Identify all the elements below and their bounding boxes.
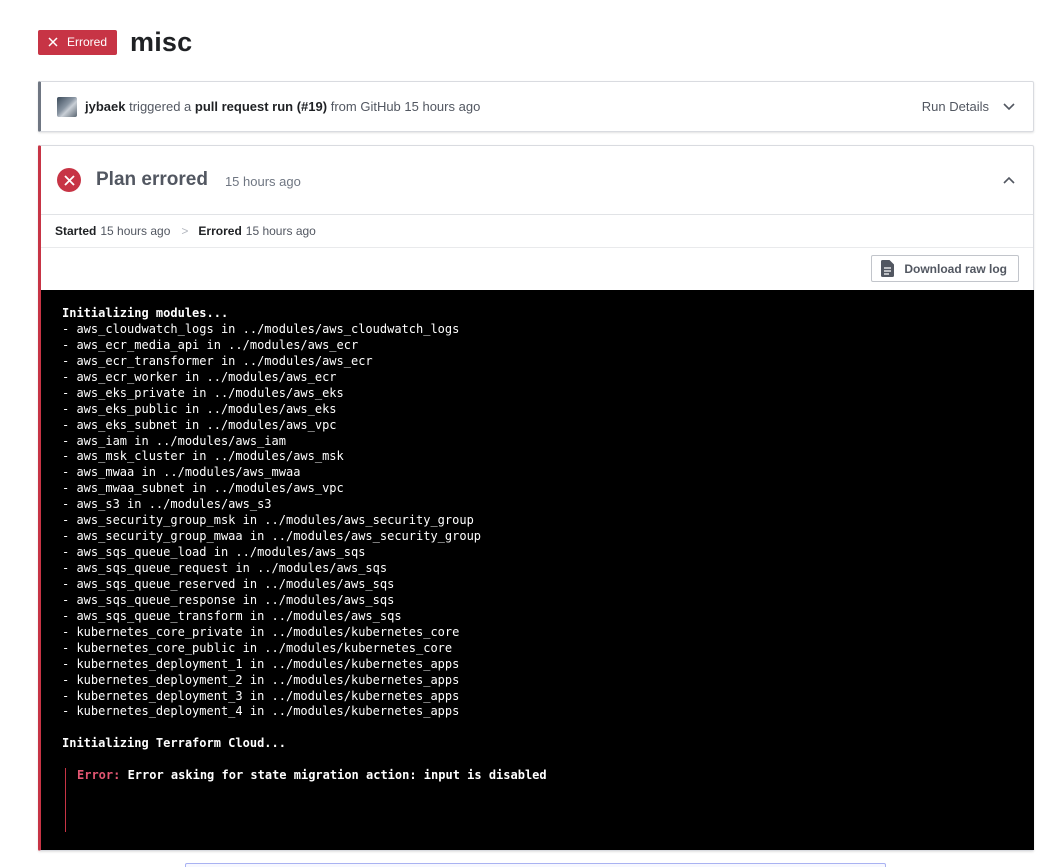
trigger-source: from GitHub 15 hours ago bbox=[330, 99, 481, 114]
plan-title: Plan errored bbox=[96, 169, 208, 190]
download-raw-log-button[interactable]: Download raw log bbox=[871, 255, 1019, 282]
log-lines: - aws_cloudwatch_logs in ../modules/aws_… bbox=[62, 322, 1034, 720]
plan-header[interactable]: Plan errored 15 hours ago bbox=[41, 146, 1033, 215]
download-raw-log-label: Download raw log bbox=[904, 261, 1007, 276]
workspace-title: misc bbox=[130, 26, 193, 57]
started-label: Started bbox=[55, 224, 97, 238]
log-line: - aws_s3 in ../modules/aws_s3 bbox=[62, 497, 272, 512]
chevron-down-icon bbox=[1003, 102, 1015, 110]
error-message: Error asking for state migration action:… bbox=[120, 768, 547, 783]
log-line: - aws_sqs_queue_load in ../modules/aws_s… bbox=[62, 545, 366, 560]
log-line: - aws_sqs_queue_request in ../modules/aw… bbox=[62, 561, 388, 575]
errored-time: 15 hours ago bbox=[245, 224, 316, 238]
close-icon bbox=[48, 37, 58, 47]
error-line: Error: Error asking for state migration … bbox=[77, 768, 1034, 784]
log-line: - aws_msk_cluster in ../modules/aws_msk bbox=[62, 449, 344, 464]
log-line: - aws_iam in ../modules/aws_iam bbox=[62, 433, 286, 448]
log-line: - kubernetes_core_private in ../modules/… bbox=[62, 624, 460, 639]
error-circle-icon bbox=[57, 168, 81, 192]
log-line: - aws_mwaa in ../modules/aws_mwaa bbox=[62, 465, 301, 480]
log-line: - aws_mwaa_subnet in ../modules/aws_vpc bbox=[62, 481, 344, 496]
log-line: - kubernetes_deployment_1 in ../modules/… bbox=[62, 656, 460, 671]
errored-label: Errored bbox=[198, 224, 242, 238]
trigger-text: jybaek triggered a pull request run (#19… bbox=[85, 99, 480, 114]
log-line: - aws_sqs_queue_response in ../modules/a… bbox=[62, 592, 395, 607]
log-line: - aws_eks_public in ../modules/aws_eks bbox=[62, 401, 337, 416]
log-heading-modules: Initializing modules... bbox=[62, 306, 229, 320]
log-line: - aws_security_group_msk in ../modules/a… bbox=[62, 513, 474, 528]
log-line: - kubernetes_deployment_3 in ../modules/… bbox=[62, 688, 460, 703]
run-details-label: Run Details bbox=[921, 99, 989, 114]
trigger-verb: triggered a bbox=[129, 99, 192, 114]
log-line: - aws_cloudwatch_logs in ../modules/aws_… bbox=[62, 321, 460, 336]
trigger-run-type[interactable]: pull request run (#19) bbox=[195, 99, 327, 114]
log-line: - aws_security_group_mwaa in ../modules/… bbox=[62, 529, 482, 544]
page-header: Errored misc bbox=[38, 26, 192, 58]
run-details-toggle[interactable]: Run Details bbox=[922, 82, 1015, 131]
chevron-up-icon[interactable] bbox=[1003, 176, 1015, 184]
plan-timeline: Started 15 hours ago > Errored 15 hours … bbox=[41, 215, 1033, 248]
log-line: - kubernetes_core_public in ../modules/k… bbox=[62, 640, 453, 655]
trigger-user[interactable]: jybaek bbox=[85, 99, 125, 114]
comment-box[interactable] bbox=[185, 863, 886, 867]
log-heading-cloud: Initializing Terraform Cloud... bbox=[62, 736, 286, 751]
error-block: Error: Error asking for state migration … bbox=[65, 768, 1034, 833]
status-badge-label: Errored bbox=[67, 35, 108, 49]
status-badge: Errored bbox=[38, 29, 118, 55]
plan-time: 15 hours ago bbox=[224, 173, 301, 189]
started-time: 15 hours ago bbox=[100, 224, 171, 238]
run-trigger-card: jybaek triggered a pull request run (#19… bbox=[38, 81, 1034, 132]
log-line: - aws_ecr_worker in ../modules/aws_ecr bbox=[62, 369, 337, 384]
log-line: - aws_sqs_queue_transform in ../modules/… bbox=[62, 608, 402, 623]
plan-card: Plan errored 15 hours ago Started 15 hou… bbox=[38, 145, 1034, 851]
document-icon bbox=[881, 260, 895, 277]
log-line: - aws_ecr_media_api in ../modules/aws_ec… bbox=[62, 337, 359, 352]
log-line: - aws_eks_private in ../modules/aws_eks bbox=[62, 385, 344, 400]
log-line: - aws_ecr_transformer in ../modules/aws_… bbox=[62, 353, 373, 368]
avatar bbox=[57, 96, 77, 117]
log-line: - aws_eks_subnet in ../modules/aws_vpc bbox=[62, 417, 337, 432]
log-line: - kubernetes_deployment_2 in ../modules/… bbox=[62, 672, 460, 687]
log-line: - kubernetes_deployment_4 in ../modules/… bbox=[62, 704, 460, 719]
log-output: Initializing modules... - aws_cloudwatch… bbox=[41, 290, 1034, 850]
chevron-right-icon: > bbox=[181, 224, 189, 238]
log-toolbar: Download raw log bbox=[41, 248, 1033, 290]
log-line: - aws_sqs_queue_reserved in ../modules/a… bbox=[62, 576, 395, 591]
error-label: Error: bbox=[77, 768, 121, 783]
